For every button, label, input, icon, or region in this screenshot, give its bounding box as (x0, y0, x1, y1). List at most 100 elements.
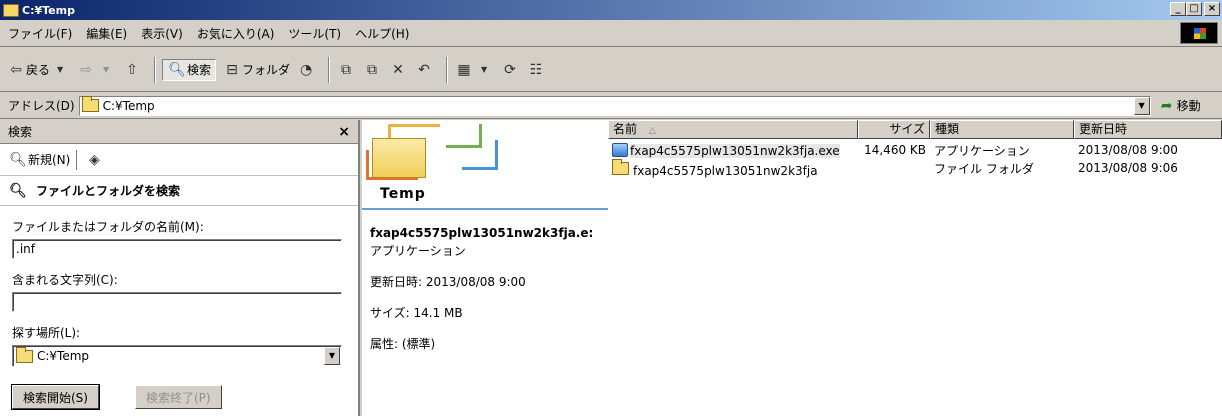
column-size[interactable]: サイズ (858, 120, 930, 139)
chevron-down-icon: ▼ (102, 65, 110, 74)
refresh-icon: ⟳ (504, 61, 516, 78)
window-title: C:¥Temp (22, 3, 75, 17)
file-name: fxap4c5575plw13051nw2k3fja (633, 163, 818, 178)
copy-to-button[interactable]: ⧉ (362, 61, 382, 79)
title-bar: C:¥Temp _ □ × (0, 0, 1222, 20)
search-label: 検索 (187, 63, 212, 77)
forward-arrow-icon: ⇨ (80, 61, 92, 78)
history-icon: ◔ (299, 61, 313, 78)
address-field[interactable]: C:¥Temp ▼ (78, 95, 1151, 116)
menu-tools[interactable]: ツール(T) (288, 25, 341, 42)
new-search-label: 新規(N) (28, 153, 71, 167)
close-button[interactable]: × (1204, 2, 1220, 16)
size-info: サイズ: 14.1 MB (370, 306, 463, 320)
toolbar-separator (76, 149, 79, 170)
selected-file-name: fxap4c5575plw13051nw2k3fja.e: (370, 226, 594, 240)
start-search-button[interactable]: 検索開始(S) (12, 385, 99, 409)
banner-decoration (462, 140, 498, 170)
new-search-button[interactable]: 🔍︎ 新規(N) (8, 151, 70, 169)
refresh-button[interactable]: ⟳ (500, 61, 520, 79)
column-name[interactable]: 名前 △ (608, 120, 858, 139)
search-pane: 検索 × 🔍︎ 新規(N) ◈ 🔍︎ ファイルとフォルダを検索 ファイルまたはフ… (0, 120, 360, 416)
folder-icon (81, 96, 99, 112)
toolbar-separator (446, 56, 449, 83)
table-row[interactable]: fxap4c5575plw13051nw2k3fja ファイル フォルダ 201… (608, 158, 1222, 178)
file-name: fxap4c5575plw13051nw2k3fja.exe (630, 143, 840, 158)
file-type: ファイル フォルダ (934, 161, 1034, 176)
back-arrow-icon: ⇦ (10, 61, 22, 78)
address-value: C:¥Temp (102, 98, 155, 113)
toolbar: ⇦ 戻る ▼ ⇨ ▼ ⇧ 🔍︎ 検索 ⊟ フォルダ ◔ ⧉ ⧉ ✕ ↶ ▦ ▼ … (0, 48, 1222, 92)
chevron-down-icon: ▼ (480, 65, 488, 74)
back-button[interactable]: ⇦ 戻る ▼ (6, 61, 70, 79)
search-section-label: ファイルとフォルダを検索 (36, 184, 181, 198)
sort-ascending-icon: △ (648, 126, 656, 136)
search-files-icon: 🔍︎ (9, 182, 27, 199)
folder-banner: Temp (362, 120, 608, 210)
folders-icon: ⊟ (226, 61, 238, 78)
selected-file-type: アプリケーション (370, 244, 466, 258)
name-label: ファイルまたはフォルダの名前(M): (12, 220, 204, 234)
history-button[interactable]: ◔ (296, 61, 316, 79)
go-label: 移動 (1176, 99, 1201, 113)
attributes-info: 属性: (標準) (370, 337, 436, 351)
undo-icon: ↶ (418, 61, 430, 78)
undo-button[interactable]: ↶ (414, 61, 434, 79)
back-label: 戻る (26, 63, 51, 77)
menu-view[interactable]: 表示(V) (141, 25, 183, 42)
search-buttons: 検索開始(S) 検索終了(P) (12, 385, 358, 409)
copy-to-icon: ⧉ (367, 61, 378, 78)
folders-label: フォルダ (242, 63, 291, 77)
column-modified[interactable]: 更新日時 (1074, 120, 1222, 139)
detail-pane: Temp fxap4c5575plw13051nw2k3fja.e: アプリケー… (362, 120, 608, 416)
address-bar: アドレス(D) C:¥Temp ▼ ➦ 移動 (0, 93, 1222, 119)
windows-logo-icon (1180, 22, 1218, 44)
menu-favorites[interactable]: お気に入り(A) (197, 25, 275, 42)
minimize-button[interactable]: _ (1170, 2, 1186, 16)
move-to-button[interactable]: ⧉ (336, 61, 356, 79)
search-pane-tools: 🔍︎ 新規(N) ◈ (0, 144, 358, 176)
delete-icon: ✕ (392, 61, 404, 78)
up-folder-button[interactable]: ⇧ (122, 61, 142, 79)
menu-edit[interactable]: 編集(E) (86, 25, 127, 42)
folder-icon (612, 158, 629, 175)
column-type[interactable]: 種類 (930, 120, 1074, 139)
stop-search-button[interactable]: 検索終了(P) (134, 385, 222, 409)
menu-file[interactable]: ファイル(F) (8, 25, 72, 42)
go-button[interactable]: ➦ 移動 (1157, 97, 1201, 115)
search-icon: 🔍︎ (168, 61, 186, 78)
column-name-label: 名前 (613, 122, 638, 136)
ie-icon[interactable]: ◈ (84, 151, 104, 169)
folder-icon (372, 138, 426, 178)
file-type: アプリケーション (934, 143, 1030, 158)
menu-help[interactable]: ヘルプ(H) (355, 25, 409, 42)
look-in-select[interactable]: C:¥Temp ▼ (12, 345, 342, 367)
properties-button[interactable]: ☷ (526, 61, 546, 79)
contains-label: 含まれる文字列(C): (12, 273, 118, 287)
chevron-down-icon[interactable]: ▼ (1133, 96, 1150, 115)
up-folder-icon: ⇧ (126, 61, 138, 78)
move-to-icon: ⧉ (341, 61, 352, 78)
go-arrow-icon: ➦ (1160, 97, 1173, 114)
maximize-button[interactable]: □ (1186, 2, 1202, 16)
contains-input[interactable] (12, 292, 342, 312)
toolbar-separator (154, 56, 157, 83)
window-controls: _ □ × (1170, 2, 1220, 16)
file-list-header: 名前 △ サイズ 種類 更新日時 (608, 120, 1222, 139)
chevron-down-icon: ▼ (56, 65, 64, 74)
table-row[interactable]: fxap4c5575plw13051nw2k3fja.exe 14,460 KB… (608, 141, 1222, 159)
chevron-down-icon[interactable]: ▼ (324, 347, 340, 365)
views-button[interactable]: ▦ ▼ (454, 61, 494, 79)
folders-button[interactable]: ⊟ フォルダ (222, 61, 290, 79)
search-button[interactable]: 🔍︎ 検索 (162, 58, 217, 81)
delete-button[interactable]: ✕ (388, 61, 408, 79)
name-input[interactable]: .inf (12, 239, 342, 259)
file-list: 名前 △ サイズ 種類 更新日時 fxap4c5575plw13051nw2k3… (608, 120, 1222, 416)
new-search-icon: 🔍︎ (9, 151, 27, 168)
forward-button[interactable]: ⇨ ▼ (76, 61, 116, 79)
file-modified: 2013/08/08 9:00 (1078, 143, 1178, 157)
close-icon[interactable]: × (338, 124, 350, 140)
file-modified: 2013/08/08 9:06 (1078, 161, 1178, 175)
look-in-value: C:¥Temp (37, 349, 90, 363)
toolbar-separator (328, 56, 331, 83)
